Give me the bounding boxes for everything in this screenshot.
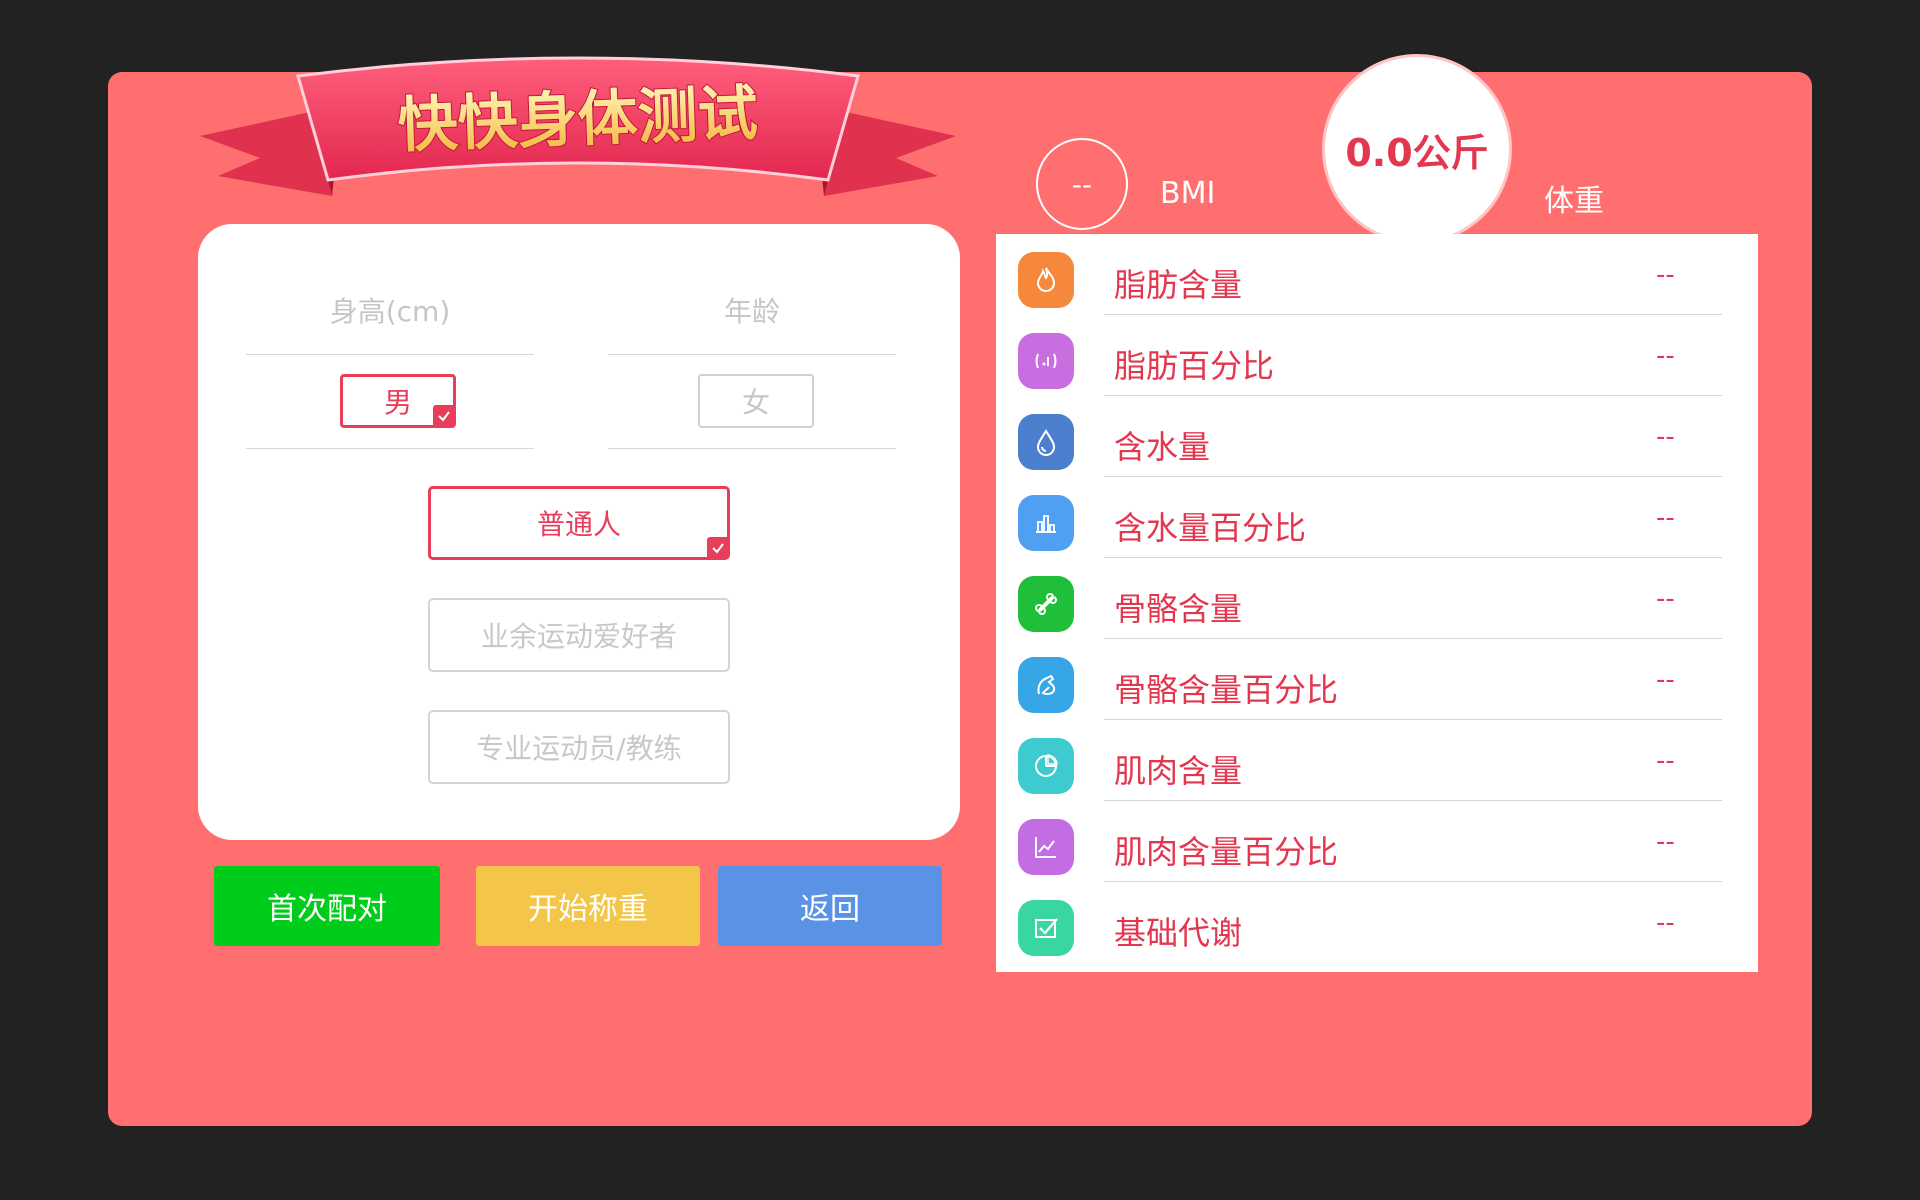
metric-label: 脂肪含量 bbox=[1114, 266, 1243, 304]
weight-value-circle: 0.0公斤 bbox=[1322, 54, 1512, 244]
level-professional-button[interactable]: 专业运动员/教练 bbox=[428, 710, 730, 784]
metric-row-basal-metabolism: 基础代谢 -- bbox=[996, 882, 1758, 963]
age-divider bbox=[608, 354, 896, 355]
level-amateur-button[interactable]: 业余运动爱好者 bbox=[428, 598, 730, 672]
bmi-value: -- bbox=[1071, 167, 1093, 201]
back-button[interactable]: 返回 bbox=[718, 866, 942, 946]
age-field[interactable]: 年龄 bbox=[608, 290, 896, 330]
level-normal-button[interactable]: 普通人 bbox=[428, 486, 730, 560]
line-chart-icon bbox=[1018, 819, 1074, 875]
gender-female-button[interactable]: 女 bbox=[698, 374, 814, 428]
metric-value: -- bbox=[1656, 422, 1675, 452]
gender-male-label: 男 bbox=[383, 386, 412, 419]
metric-value: -- bbox=[1656, 260, 1675, 290]
arm-muscle-icon bbox=[1018, 657, 1074, 713]
metric-label: 肌肉含量 bbox=[1114, 752, 1243, 790]
metric-label: 骨骼含量 bbox=[1114, 590, 1243, 628]
metric-label: 骨骼含量百分比 bbox=[1114, 671, 1339, 709]
metric-label: 脂肪百分比 bbox=[1114, 347, 1275, 385]
level-normal-label: 普通人 bbox=[536, 508, 621, 541]
waist-icon bbox=[1018, 333, 1074, 389]
metric-value: -- bbox=[1656, 665, 1675, 695]
bmi-label: BMI bbox=[1160, 176, 1216, 211]
profile-form-card: 身高(cm) 年龄 男 女 普通人 业余运动爱好者 专业运动员/教练 bbox=[198, 224, 960, 840]
gender-divider-left bbox=[246, 448, 534, 449]
metric-value: -- bbox=[1656, 584, 1675, 614]
level-professional-label: 专业运动员/教练 bbox=[476, 732, 682, 765]
level-amateur-label: 业余运动爱好者 bbox=[480, 620, 677, 653]
height-divider bbox=[246, 354, 534, 355]
metric-value: -- bbox=[1656, 341, 1675, 371]
metric-row-water-percentage: 含水量百分比 -- bbox=[996, 477, 1758, 558]
metric-row-water-content: 含水量 -- bbox=[996, 396, 1758, 477]
weight-value: 0.0公斤 bbox=[1345, 130, 1489, 175]
checkmark-icon bbox=[707, 537, 729, 559]
title-banner: 快快身体测试 bbox=[200, 56, 956, 196]
start-weigh-button[interactable]: 开始称重 bbox=[476, 866, 700, 946]
flame-icon bbox=[1018, 252, 1074, 308]
gender-female-label: 女 bbox=[741, 386, 770, 419]
bmi-value-circle: -- bbox=[1036, 138, 1128, 230]
metric-row-bone-content: 骨骼含量 -- bbox=[996, 558, 1758, 639]
metric-row-bone-percentage: 骨骼含量百分比 -- bbox=[996, 639, 1758, 720]
first-pair-button[interactable]: 首次配对 bbox=[214, 866, 440, 946]
metric-label: 含水量 bbox=[1114, 428, 1211, 466]
water-drop-icon bbox=[1018, 414, 1074, 470]
app-title: 快快身体测试 bbox=[397, 79, 759, 162]
checkmark-icon bbox=[433, 405, 455, 427]
gender-male-button[interactable]: 男 bbox=[340, 374, 456, 428]
bar-chart-icon bbox=[1018, 495, 1074, 551]
metric-label: 含水量百分比 bbox=[1114, 509, 1307, 547]
height-field[interactable]: 身高(cm) bbox=[246, 290, 534, 330]
metric-label: 基础代谢 bbox=[1114, 914, 1243, 952]
metric-row-muscle-percentage: 肌肉含量百分比 -- bbox=[996, 801, 1758, 882]
metric-value: -- bbox=[1656, 746, 1675, 776]
metric-label: 肌肉含量百分比 bbox=[1114, 833, 1339, 871]
metric-value: -- bbox=[1656, 827, 1675, 857]
metric-row-fat-content: 脂肪含量 -- bbox=[996, 234, 1758, 315]
metric-row-fat-percentage: 脂肪百分比 -- bbox=[996, 315, 1758, 396]
gender-divider-right bbox=[608, 448, 896, 449]
metric-value: -- bbox=[1656, 503, 1675, 533]
checklist-icon bbox=[1018, 900, 1074, 956]
metric-value: -- bbox=[1656, 908, 1675, 938]
metrics-list: 脂肪含量 -- 脂肪百分比 -- 含水量 -- 含水量百分比 -- 骨骼含量 -… bbox=[996, 234, 1758, 972]
pie-chart-icon bbox=[1018, 738, 1074, 794]
metric-row-muscle-content: 肌肉含量 -- bbox=[996, 720, 1758, 801]
bone-icon bbox=[1018, 576, 1074, 632]
weight-label: 体重 bbox=[1544, 184, 1604, 219]
